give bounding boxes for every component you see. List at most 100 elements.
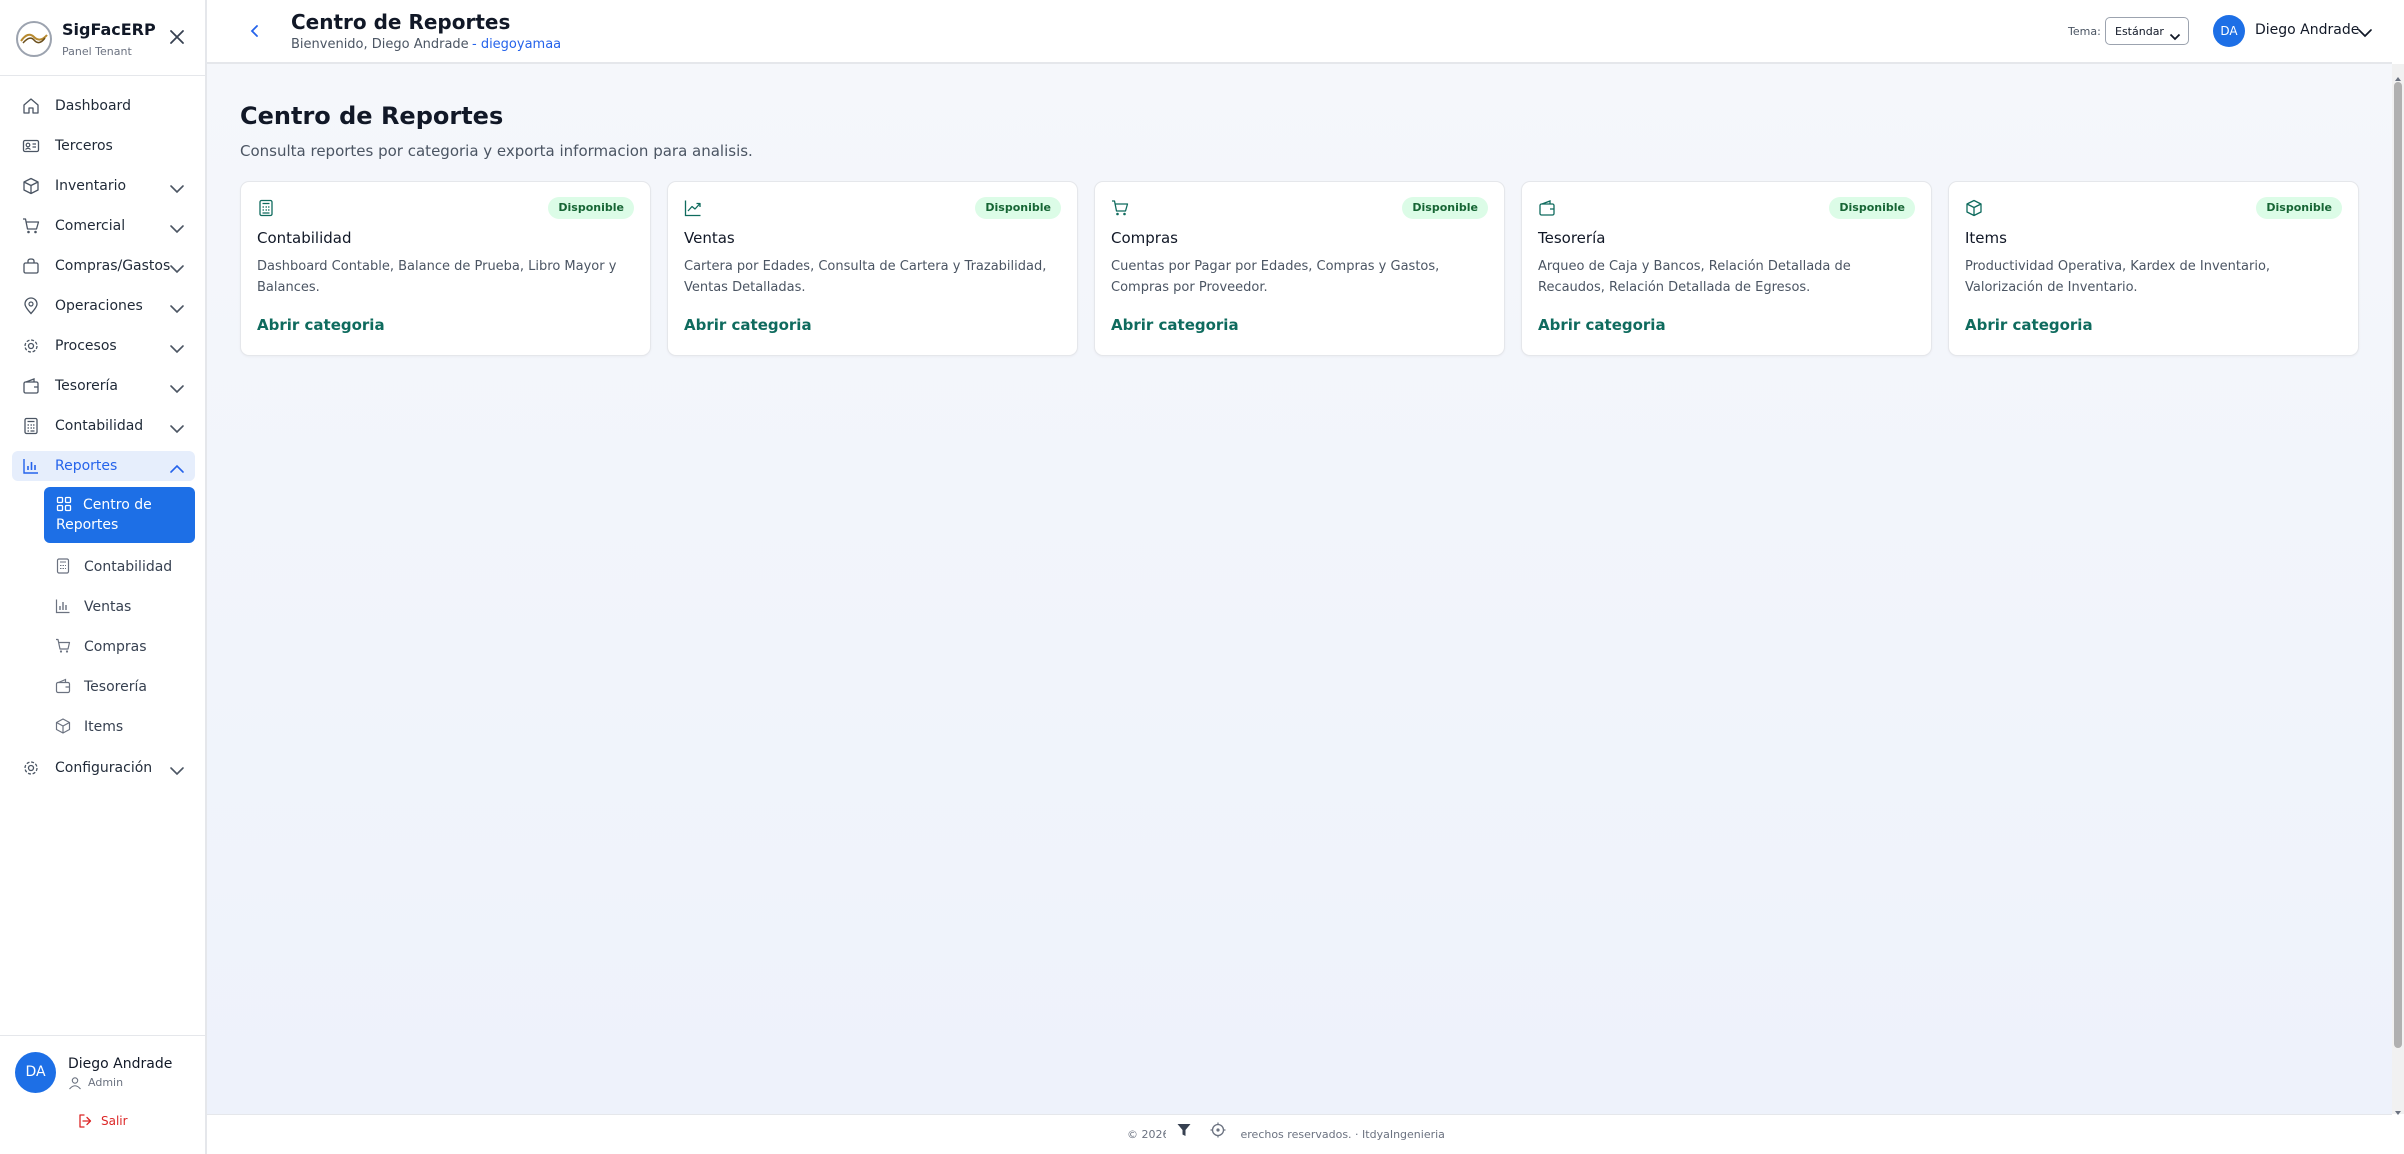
sidebar-item-terceros[interactable]: Terceros — [12, 131, 195, 161]
sidebar-item-label: Contabilidad — [55, 418, 144, 434]
gear-icon — [22, 337, 40, 355]
chevron-down-icon — [169, 420, 185, 434]
chevron-down-icon — [169, 180, 185, 194]
home-icon — [22, 97, 40, 115]
open-category-link[interactable]: Abrir categoria — [1538, 316, 1666, 334]
subnav-item-contabilidad[interactable]: Contabilidad — [44, 547, 195, 587]
box-icon — [55, 718, 71, 734]
chevron-down-icon — [169, 220, 185, 234]
sidebar-item-label: Inventario — [55, 178, 127, 194]
cart-icon — [55, 638, 71, 654]
card-description: Cartera por Edades, Consulta de Cartera … — [684, 259, 1047, 295]
sidebar-item-label: Tesorería — [55, 378, 118, 394]
sidebar-item-label: Configuración — [55, 760, 153, 776]
open-category-link[interactable]: Abrir categoria — [684, 316, 812, 334]
scrollbar[interactable] — [2392, 64, 2404, 1115]
chevron-up-icon — [169, 460, 185, 473]
sidebar-item-label: Compras/Gastos — [55, 258, 171, 274]
box-icon — [22, 177, 40, 195]
map-pin-icon — [22, 297, 40, 315]
trend-up-icon — [684, 199, 702, 217]
card-description: Dashboard Contable, Balance de Prueba, L… — [257, 259, 617, 295]
subnav-item-ventas[interactable]: Ventas — [44, 587, 195, 627]
open-category-link[interactable]: Abrir categoria — [1965, 316, 2093, 334]
card-title: Ventas — [684, 229, 735, 247]
cart-icon — [1111, 199, 1129, 217]
subnav-item-tesoreria[interactable]: Tesorería — [44, 667, 195, 707]
gear-icon — [22, 759, 40, 777]
sidebar-item-reportes[interactable]: Reportes — [12, 451, 195, 481]
subnav-item-compras[interactable]: Compras — [44, 627, 195, 667]
subnav-item-items[interactable]: Items — [44, 707, 195, 747]
card-title: Contabilidad — [257, 229, 352, 247]
box-icon — [1965, 199, 1983, 217]
subnav-item-label: Tesorería — [84, 679, 147, 695]
chevron-down-icon[interactable] — [2357, 24, 2373, 38]
section-title: Centro de Reportes — [240, 102, 504, 130]
divider — [0, 75, 205, 76]
subnav-item-label: Contabilidad — [84, 559, 173, 575]
sidebar-user-name: Diego Andrade — [68, 1056, 173, 1072]
bar-chart-icon — [22, 457, 40, 475]
user-icon — [68, 1075, 82, 1090]
report-card-ventas: Disponible Ventas Cartera por Edades, Co… — [667, 181, 1078, 356]
scrollbar-thumb[interactable] — [2394, 82, 2402, 1048]
report-card-items: Disponible Items Productividad Operativa… — [1948, 181, 2359, 356]
chevron-down-icon — [169, 380, 185, 394]
card-title: Items — [1965, 229, 2007, 247]
subnav-item-label: Centro de Reportes — [56, 497, 152, 533]
close-icon[interactable] — [166, 26, 188, 48]
open-category-link[interactable]: Abrir categoria — [257, 316, 385, 334]
sidebar-item-inventario[interactable]: Inventario — [12, 171, 195, 201]
sidebar-item-procesos[interactable]: Procesos — [12, 331, 195, 361]
sidebar-item-comercial[interactable]: Comercial — [12, 211, 195, 241]
section-subtitle: Consulta reportes por categoria y export… — [240, 142, 753, 160]
status-badge: Disponible — [1829, 197, 1915, 219]
sidebar-item-label: Procesos — [55, 338, 117, 354]
theme-label: Tema: — [2068, 25, 2101, 38]
filter-icon[interactable] — [1176, 1122, 1192, 1138]
page-title: Centro de Reportes — [291, 10, 511, 34]
subnav-item-label: Compras — [84, 639, 147, 655]
open-category-link[interactable]: Abrir categoria — [1111, 316, 1239, 334]
brand-logo — [16, 21, 52, 57]
report-card-compras: Disponible Compras Cuentas por Pagar por… — [1094, 181, 1505, 356]
back-button[interactable] — [245, 21, 265, 41]
card-title: Tesorería — [1538, 229, 1606, 247]
sidebar-item-operaciones[interactable]: Operaciones — [12, 291, 195, 321]
wallet-icon — [55, 678, 71, 694]
subnav-item-label: Ventas — [84, 599, 132, 615]
sidebar-item-contabilidad[interactable]: Contabilidad — [12, 411, 195, 441]
theme-select[interactable]: Estándar — [2105, 17, 2189, 45]
sidebar-item-configuracion[interactable]: Configuración — [12, 753, 195, 783]
sidebar-item-label: Operaciones — [55, 298, 143, 314]
status-badge: Disponible — [1402, 197, 1488, 219]
subnav-item-centro-de-reportes[interactable]: Centro de Reportes — [44, 487, 195, 543]
calculator-icon — [22, 417, 40, 435]
sidebar-item-compras-gastos[interactable]: Compras/Gastos — [12, 251, 195, 281]
scroll-down-icon[interactable] — [2394, 1102, 2402, 1115]
brand-name: SigFacERP — [62, 20, 156, 39]
user-menu-name[interactable]: Diego Andrade — [2255, 22, 2359, 38]
card-description: Arqueo de Caja y Bancos, Relación Detall… — [1538, 259, 1851, 295]
card-description: Cuentas por Pagar por Edades, Compras y … — [1111, 259, 1440, 295]
avatar[interactable]: DA — [2213, 15, 2245, 47]
username-link[interactable]: - diegoyamaa — [472, 37, 561, 52]
status-badge: Disponible — [548, 197, 634, 219]
chevron-left-icon — [250, 25, 258, 37]
target-icon[interactable] — [1210, 1122, 1226, 1138]
main-content: Centro de Reportes Consulta reportes por… — [207, 64, 2392, 1114]
status-badge: Disponible — [975, 197, 1061, 219]
chevron-down-icon — [169, 300, 185, 314]
sidebar-item-dashboard[interactable]: Dashboard — [12, 91, 195, 121]
avatar: DA — [15, 1052, 56, 1093]
sidebar-nav: Dashboard Terceros Inventario Comercial … — [12, 91, 195, 793]
sidebar-item-tesoreria[interactable]: Tesorería — [12, 371, 195, 401]
bar-chart-icon — [55, 598, 71, 614]
card-title: Compras — [1111, 229, 1178, 247]
scroll-up-icon[interactable] — [2394, 68, 2402, 81]
sidebar-item-label: Comercial — [55, 218, 126, 234]
sidebar-item-label: Dashboard — [55, 98, 131, 114]
floating-toolbar — [1166, 1115, 1240, 1145]
wallet-icon — [22, 377, 40, 395]
